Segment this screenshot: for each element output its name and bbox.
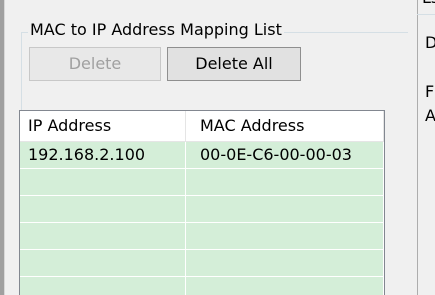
mac-address-cell [186,250,384,276]
table-row[interactable] [20,223,384,250]
mapping-list[interactable]: IP Address MAC Address 192.168.2.100 00-… [19,110,385,295]
delete-all-button[interactable]: Delete All [167,47,301,81]
right-panel-label-2: F [425,82,435,101]
groupbox-title: MAC to IP Address Mapping List [28,20,284,40]
table-row[interactable] [20,196,384,223]
list-header: IP Address MAC Address [20,111,384,142]
table-row[interactable] [20,250,384,277]
ip-address-cell [20,169,186,195]
ip-address-cell: 192.168.2.100 [20,142,186,168]
mac-address-cell: 00-0E-C6-00-00-03 [186,142,384,168]
delete-button[interactable]: Delete [29,47,161,81]
table-row[interactable] [20,169,384,196]
column-header-mac-address[interactable]: MAC Address [186,111,384,141]
table-row[interactable]: 192.168.2.100 00-0E-C6-00-00-03 [20,142,384,169]
mac-address-cell [186,169,384,195]
ip-address-cell [20,196,186,222]
right-panel-label-3: A [425,106,435,125]
mac-address-cell [186,277,384,295]
right-panel-top-fragment: Ls [422,0,435,8]
right-panel-label-1: D [425,33,435,52]
window-left-border [0,0,5,295]
ip-address-cell [20,223,186,249]
mac-address-cell [186,223,384,249]
mac-address-cell [186,196,384,222]
ip-address-cell [20,277,186,295]
ip-address-cell [20,250,186,276]
column-header-ip-address[interactable]: IP Address [20,111,186,141]
right-panel-group-frame [417,14,435,295]
table-row[interactable] [20,277,384,295]
